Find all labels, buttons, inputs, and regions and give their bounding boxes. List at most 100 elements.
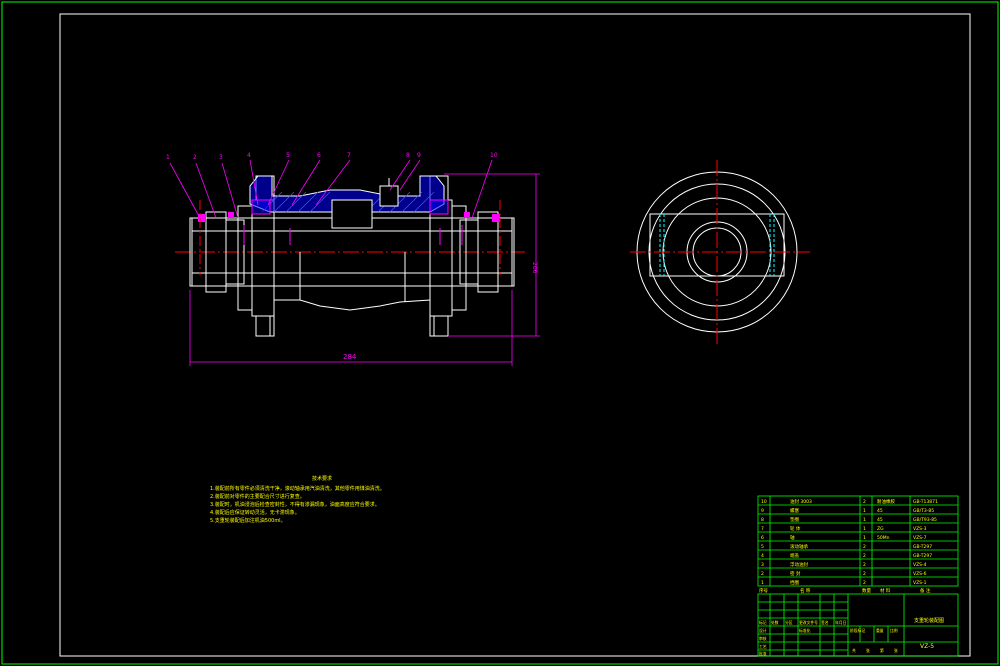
- part-qty: 1: [863, 535, 866, 541]
- part-material: 耐油橡胶: [877, 498, 895, 505]
- leader-6: 6: [317, 152, 321, 159]
- part-qty: 1: [863, 526, 866, 532]
- part-name: 滚动轴承: [790, 543, 808, 550]
- part-name: 螺塞: [790, 507, 799, 514]
- tb-label: 比例: [890, 628, 898, 633]
- part-name: 油封 3003: [790, 498, 812, 505]
- tb-label: 共: [852, 648, 856, 653]
- header-qty: 数量: [862, 587, 871, 594]
- part-material: ZG: [877, 526, 884, 532]
- part-name: 浮动油封: [790, 561, 808, 568]
- part-code: VZS-4: [913, 562, 927, 568]
- tb-label: 处数: [771, 620, 779, 625]
- header-code: 备 注: [920, 587, 931, 594]
- part-name: 轴: [790, 534, 795, 541]
- part-no: 10: [761, 499, 767, 505]
- inner-frame: [59, 13, 971, 657]
- tb-label: 张: [866, 648, 870, 653]
- notes-line-5: 5.支重轮装配后加注机油500ml。: [210, 517, 286, 524]
- oil-plug: [379, 185, 399, 207]
- tb-label: 标准化: [799, 628, 811, 633]
- tb-label: 分区: [785, 620, 793, 625]
- notes-line-2: 2.装配前对零件的主要配合尺寸进行复查。: [210, 493, 305, 500]
- tb-label: 第: [880, 648, 884, 653]
- header-material: 材 料: [880, 587, 891, 594]
- drawing-number: VZ-5: [920, 643, 934, 650]
- tb-label: 年月日: [835, 620, 847, 625]
- drawing-title: 支重轮装配图: [914, 617, 944, 624]
- tb-label: 标记: [759, 620, 767, 625]
- part-no: 1: [761, 580, 764, 586]
- tb-label: 阶段标记: [850, 628, 865, 633]
- wheel-body-lower: [273, 252, 431, 311]
- part-material: 50Mn: [877, 535, 890, 541]
- part-code: VZS-3: [913, 526, 927, 532]
- leader-1: 1: [166, 154, 170, 161]
- overall-length-dimension: 284: [343, 353, 357, 361]
- leader-9: 9: [417, 152, 421, 159]
- part-no: 8: [761, 517, 764, 523]
- notes-line-4: 4.装配后应保证转动灵活，无卡滞现象。: [210, 509, 300, 516]
- part-qty: 2: [863, 544, 866, 550]
- leader-8: 8: [406, 152, 410, 159]
- tb-label: 更改文件号: [799, 620, 818, 625]
- side-view: [630, 160, 810, 346]
- part-material: 45: [877, 508, 883, 514]
- part-no: 7: [761, 526, 764, 532]
- left-collar: [237, 205, 253, 311]
- part-no: 5: [761, 544, 764, 550]
- parts-list-header: 序号 名 称 数量 材 料 备 注: [759, 587, 931, 594]
- left-bearing: [251, 199, 271, 215]
- part-no: 2: [761, 571, 764, 577]
- header-name: 名 称: [800, 587, 811, 594]
- notes-line-3: 3.装配时，机油浸泡后检查密封性，不得有渗漏现象，油面高度应符合要求。: [210, 501, 380, 508]
- leader-4: 4: [247, 152, 251, 159]
- leader-3: 3: [219, 154, 223, 161]
- header-no: 序号: [759, 587, 768, 594]
- tb-label: 审核: [759, 636, 767, 641]
- cad-drawing-canvas: 1 2 3 4 5 6 7 8 9 10 284 206 技术要求 1.装配前所…: [1, 1, 999, 665]
- technical-notes: 技术要求 1.装配前所有零件必须清洗干净，滚动轴承用汽油清洗，其他零件用煤油清洗…: [210, 475, 385, 524]
- leader-7: 7: [347, 152, 351, 159]
- part-no: 4: [761, 553, 764, 559]
- part-qty: 2: [863, 499, 866, 505]
- part-qty: 1: [863, 508, 866, 514]
- tb-label: 批准: [759, 651, 767, 656]
- part-no: 9: [761, 508, 764, 514]
- part-code: GB-T13871: [913, 499, 938, 505]
- leader-10: 10: [490, 152, 498, 159]
- part-no: 3: [761, 562, 764, 568]
- part-name: 挡圈: [790, 579, 799, 586]
- tb-label: 设计: [759, 628, 767, 633]
- part-code: VZS-7: [913, 535, 927, 541]
- notes-line-1: 1.装配前所有零件必须清洗干净，滚动轴承用汽油清洗，其他零件用煤油清洗。: [210, 485, 385, 492]
- part-name: 密 封: [790, 570, 801, 577]
- part-code: VZS-6: [913, 571, 927, 577]
- oil-chamber: [331, 199, 373, 229]
- part-code: GB/T93-85: [913, 517, 937, 523]
- part-code: VZS-1: [913, 580, 927, 586]
- part-no: 6: [761, 535, 764, 541]
- part-qty: 2: [863, 553, 866, 559]
- tb-label: 签名: [821, 620, 829, 625]
- part-code: GB/T3-85: [913, 508, 934, 514]
- part-qty: 2: [863, 580, 866, 586]
- overall-height-dimension: 206: [531, 262, 538, 274]
- part-name: 轮 体: [790, 525, 801, 532]
- part-code: GB-T297: [913, 553, 932, 559]
- parts-list: 10 油封 3003 2 耐油橡胶 GB-T13871 9 螺塞 1 45 GB…: [761, 498, 938, 586]
- leader-2: 2: [193, 154, 197, 161]
- tb-label: 张: [894, 648, 898, 653]
- outer-frame: [1, 1, 999, 665]
- front-section-view: [175, 175, 525, 337]
- part-name: 垫圈: [790, 516, 799, 523]
- title-block-labels: 标记 处数 分区 更改文件号 签名 年月日 设计 标准化 审核 工艺 批准 阶段…: [759, 620, 898, 656]
- part-code: GB-T297: [913, 544, 932, 550]
- tb-label: 工艺: [759, 644, 767, 649]
- part-qty: 1: [863, 517, 866, 523]
- right-collar: [451, 205, 467, 311]
- right-bearing: [429, 199, 449, 215]
- leader-5: 5: [286, 152, 290, 159]
- part-name: 端盖: [790, 552, 799, 559]
- part-material: 45: [877, 517, 883, 523]
